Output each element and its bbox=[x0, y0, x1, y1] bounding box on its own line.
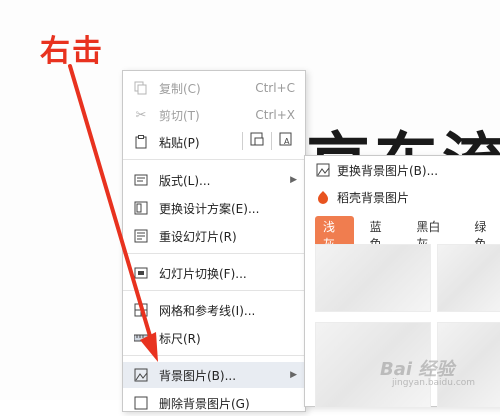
watermark-subtext: jingyan.baidu.com bbox=[392, 378, 476, 388]
annotation-arrow bbox=[68, 64, 158, 362]
